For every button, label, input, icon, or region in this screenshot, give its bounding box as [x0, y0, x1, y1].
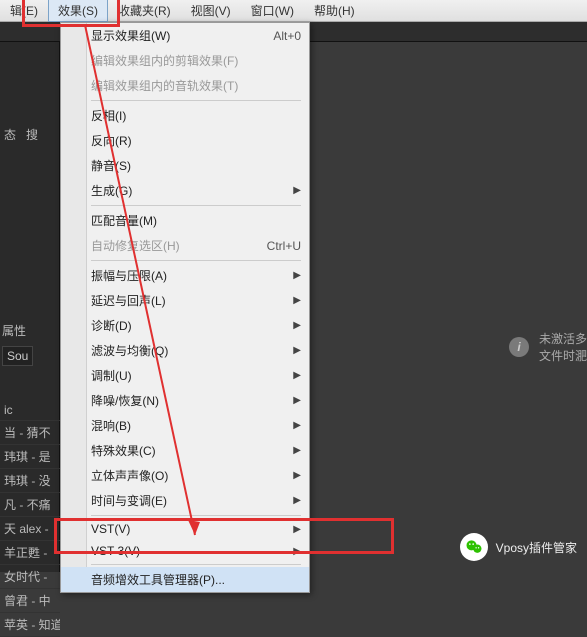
chevron-right-icon: ▶	[293, 546, 301, 557]
wechat-label: Vposy插件管家	[496, 539, 577, 556]
menu-item[interactable]: 生成(G) ▶	[61, 178, 309, 203]
chevron-right-icon: ▶	[293, 320, 301, 331]
tab-search[interactable]: 搜	[26, 128, 38, 142]
menu-item-label: 调制(U)	[91, 367, 132, 384]
list-item[interactable]: 女时代 -	[0, 565, 60, 589]
menu-item[interactable]: 诊断(D) ▶	[61, 313, 309, 338]
menu-effects[interactable]: 效果(S)	[48, 0, 108, 22]
menu-separator	[91, 260, 301, 261]
menu-separator	[91, 564, 301, 565]
menu-item-label: 混响(B)	[91, 417, 131, 434]
list-item[interactable]: 玮琪 - 没	[0, 469, 60, 493]
menu-item-label: 反向(R)	[91, 132, 132, 149]
chevron-right-icon: ▶	[293, 270, 301, 281]
list-item[interactable]: 凡 - 不痛	[0, 493, 60, 517]
menu-item-label: 匹配音量(M)	[91, 212, 157, 229]
menu-help[interactable]: 帮助(H)	[304, 0, 365, 22]
list-item[interactable]: 天 alex -	[0, 517, 60, 541]
menu-item-label: 编辑效果组内的剪辑效果(F)	[91, 52, 238, 69]
list-item[interactable]: 当 - 猜不	[0, 421, 60, 445]
notice-line-1: 未激活多	[539, 330, 587, 347]
menu-shortcut: Alt+0	[273, 29, 301, 43]
menu-item-label: 显示效果组(W)	[91, 27, 170, 44]
menu-item[interactable]: 混响(B) ▶	[61, 413, 309, 438]
menu-item-label: 音频增效工具管理器(P)...	[91, 571, 225, 588]
notice-panel: i 未激活多 文件时淝	[509, 330, 587, 364]
info-icon: i	[509, 337, 529, 357]
properties-value[interactable]: Sou	[2, 346, 33, 366]
effects-menu-dropdown: 显示效果组(W) Alt+0 编辑效果组内的剪辑效果(F) 编辑效果组内的音轨效果(T…	[60, 22, 310, 593]
menu-item[interactable]: 反向(R)	[61, 128, 309, 153]
menu-item-label: VST 3(V)	[91, 544, 140, 558]
menu-item[interactable]: 特殊效果(C) ▶	[61, 438, 309, 463]
menu-view[interactable]: 视图(V)	[181, 0, 241, 22]
menu-edit[interactable]: 辑(E)	[0, 0, 48, 22]
tab-status[interactable]: 态	[4, 128, 16, 142]
notice-line-2: 文件时淝	[539, 347, 587, 364]
menu-item[interactable]: 匹配音量(M)	[61, 208, 309, 233]
menu-window[interactable]: 窗口(W)	[241, 0, 304, 22]
menu-item-label: 自动修复选区(H)	[91, 237, 180, 254]
menu-item-label: 特殊效果(C)	[91, 442, 156, 459]
chevron-right-icon: ▶	[293, 295, 301, 306]
list-item[interactable]: ic	[0, 400, 60, 421]
menu-item[interactable]: 静音(S)	[61, 153, 309, 178]
menu-item-label: 延迟与回声(L)	[91, 292, 166, 309]
menu-item: 编辑效果组内的音轨效果(T)	[61, 73, 309, 98]
menu-item[interactable]: 降噪/恢复(N) ▶	[61, 388, 309, 413]
menu-item[interactable]: 滤波与均衡(Q) ▶	[61, 338, 309, 363]
menu-shortcut: Ctrl+U	[267, 239, 301, 253]
menu-item[interactable]: 延迟与回声(L) ▶	[61, 288, 309, 313]
menu-item-label: 时间与变调(E)	[91, 492, 167, 509]
menu-item[interactable]: 调制(U) ▶	[61, 363, 309, 388]
menubar: 辑(E) 效果(S) 收藏夹(R) 视图(V) 窗口(W) 帮助(H)	[0, 0, 587, 22]
menu-item[interactable]: VST(V) ▶	[61, 518, 309, 540]
chevron-right-icon: ▶	[293, 420, 301, 431]
chevron-right-icon: ▶	[293, 524, 301, 535]
menu-item-label: 反相(I)	[91, 107, 126, 124]
menu-item-label: VST(V)	[91, 522, 130, 536]
chevron-right-icon: ▶	[293, 470, 301, 481]
menu-item: 编辑效果组内的剪辑效果(F)	[61, 48, 309, 73]
menu-separator	[91, 205, 301, 206]
menu-item[interactable]: VST 3(V) ▶	[61, 540, 309, 562]
menu-favorites[interactable]: 收藏夹(R)	[108, 0, 181, 22]
file-list: ic 当 - 猜不 玮琪 - 是 玮琪 - 没 凡 - 不痛 天 alex - …	[0, 400, 60, 637]
chevron-right-icon: ▶	[293, 395, 301, 406]
menu-separator	[91, 100, 301, 101]
menu-item: 自动修复选区(H) Ctrl+U	[61, 233, 309, 258]
chevron-right-icon: ▶	[293, 345, 301, 356]
menu-item[interactable]: 立体声声像(O) ▶	[61, 463, 309, 488]
menu-item-label: 编辑效果组内的音轨效果(T)	[91, 77, 238, 94]
properties-label: 属性	[2, 322, 26, 339]
menu-item[interactable]: 时间与变调(E) ▶	[61, 488, 309, 513]
menu-item-label: 滤波与均衡(Q)	[91, 342, 168, 359]
chevron-right-icon: ▶	[293, 445, 301, 456]
menu-item-label: 立体声声像(O)	[91, 467, 168, 484]
menu-item-label: 降噪/恢复(N)	[91, 392, 159, 409]
menu-item[interactable]: 反相(I)	[61, 103, 309, 128]
list-item[interactable]: 苹英 - 知道不知道 m	[0, 613, 60, 637]
list-item[interactable]: 曾君 - 中	[0, 589, 60, 613]
list-item[interactable]: 羊正甦 -	[0, 541, 60, 565]
list-item[interactable]: 玮琪 - 是	[0, 445, 60, 469]
chevron-right-icon: ▶	[293, 185, 301, 196]
menu-item-label: 生成(G)	[91, 182, 132, 199]
menu-item-label: 静音(S)	[91, 157, 131, 174]
wechat-watermark: Vposy插件管家	[460, 533, 577, 561]
menu-separator	[91, 515, 301, 516]
chevron-right-icon: ▶	[293, 495, 301, 506]
menu-item-label: 振幅与压限(A)	[91, 267, 167, 284]
menu-item[interactable]: 显示效果组(W) Alt+0	[61, 23, 309, 48]
menu-item[interactable]: 振幅与压限(A) ▶	[61, 263, 309, 288]
menu-item-label: 诊断(D)	[91, 317, 132, 334]
wechat-icon	[460, 533, 488, 561]
chevron-right-icon: ▶	[293, 370, 301, 381]
